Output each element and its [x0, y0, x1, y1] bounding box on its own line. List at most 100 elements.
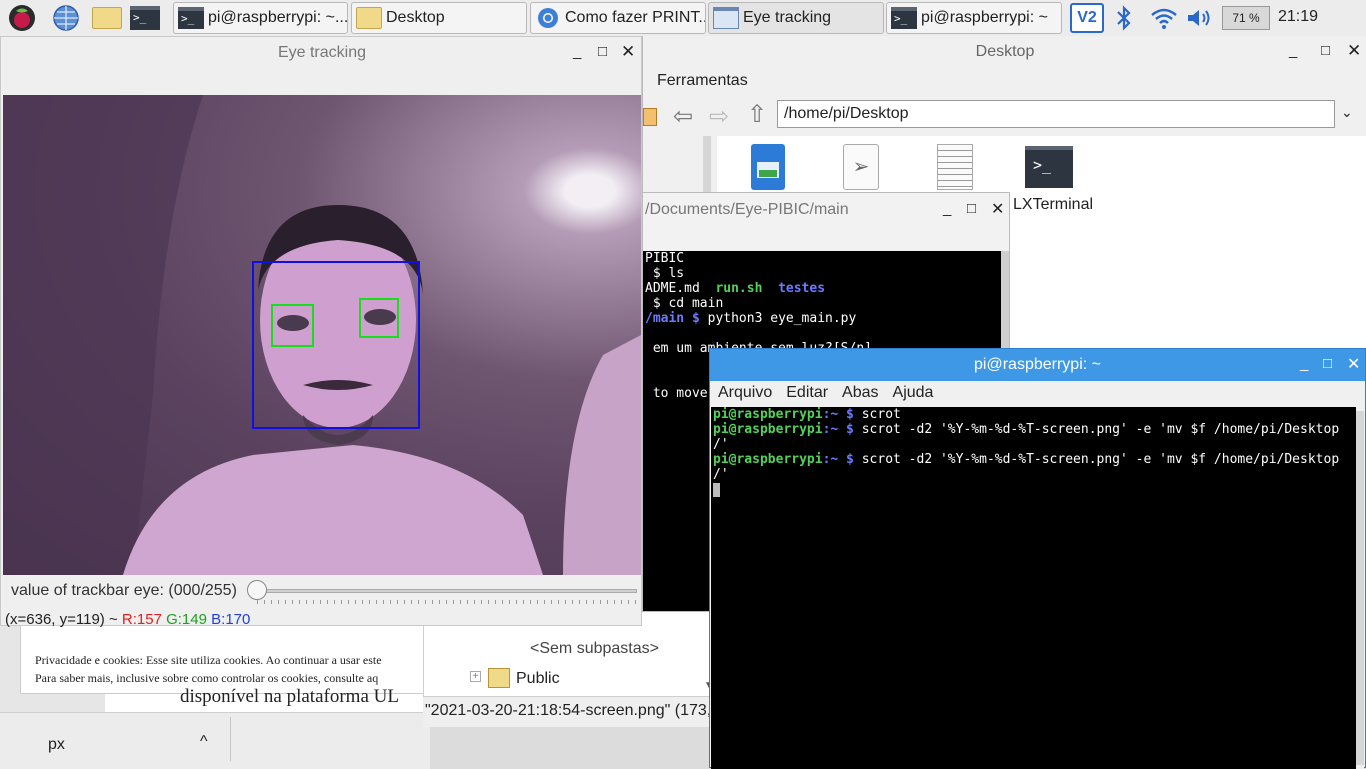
pixel-b: B:170 [211, 611, 251, 627]
send-file-icon[interactable]: ➢ [843, 144, 879, 190]
terminal-menu: Arquivo Editar Abas Ajuda [718, 384, 933, 402]
taskbar: >_ >_ pi@raspberrypi: ~... Desktop Como … [0, 0, 1366, 37]
prompt-line: pi@raspberrypi:~ $ scrot [713, 407, 901, 422]
window-titlebar[interactable]: Desktop [643, 36, 1366, 68]
raspberry-menu-icon[interactable] [8, 4, 36, 32]
minimize-button[interactable]: _ [573, 43, 581, 60]
line: ADME.md run.sh testes [645, 281, 826, 296]
close-button[interactable]: ✕ [1347, 354, 1360, 374]
chevron-down-icon[interactable]: ⌄ [1341, 104, 1353, 121]
no-subfolders-label: <Sem subpastas> [530, 640, 659, 657]
web-browser-icon[interactable] [52, 4, 80, 32]
maximize-button[interactable]: □ [1323, 355, 1332, 372]
file-manager-icon[interactable] [92, 7, 122, 29]
line: $ ls [645, 266, 685, 281]
close-button[interactable]: ✕ [1347, 41, 1361, 61]
wrapped-line: /' [713, 467, 729, 482]
cursor [713, 483, 720, 497]
divider [230, 717, 231, 761]
expand-toggle[interactable]: + [470, 671, 481, 682]
image-file-icon[interactable] [751, 144, 785, 190]
cookie-text-line-2: Para saber mais, inclusive sobre como co… [35, 671, 379, 685]
prompt-line: pi@raspberrypi:~ $ scrot -d2 '%Y-%m-%d-%… [713, 422, 1340, 437]
lxterminal-label[interactable]: LXTerminal [1013, 196, 1093, 214]
terminal-launcher-icon[interactable]: >_ [130, 6, 160, 30]
task-terminal-2[interactable]: >_ pi@raspberrypi: ~ [886, 2, 1062, 34]
terminal-icon: >_ [178, 7, 204, 29]
window-title: pi@raspberrypi: ~ [974, 356, 1101, 373]
menu-arquivo[interactable]: Arquivo [718, 384, 772, 402]
sidebar-scrollbar[interactable] [703, 136, 711, 196]
task-label: Eye tracking [743, 9, 832, 26]
window-titlebar[interactable]: Eye tracking [1, 37, 643, 69]
trackbar-handle[interactable] [247, 580, 267, 600]
task-browser[interactable]: Como fazer PRINT... [530, 2, 706, 34]
menu-editar[interactable]: Editar [786, 384, 828, 402]
task-eye-tracking[interactable]: Eye tracking [708, 2, 884, 34]
trackbar-ticks [257, 600, 637, 604]
wrapped-line: /' [713, 437, 729, 452]
window-titlebar[interactable]: pi@raspberrypi: ~ [710, 349, 1365, 381]
lxterminal-icon[interactable]: >_ [1025, 146, 1073, 188]
pixel-coords: (x=636, y=119) ~ [5, 611, 118, 627]
volume-icon[interactable] [1186, 7, 1214, 32]
status-text: "2021-03-20-21:18:54-screen.png" (173,8 [425, 702, 719, 719]
task-label: Desktop [386, 9, 445, 26]
task-label: pi@raspberrypi: ~ [921, 9, 1048, 26]
menu-ferramentas[interactable]: Ferramentas [657, 72, 748, 90]
vnc-icon[interactable]: V2 [1070, 3, 1104, 33]
maximize-button[interactable]: □ [967, 200, 976, 217]
up-arrow-icon[interactable]: ⇧ [747, 100, 767, 129]
trackbar-eye[interactable] [247, 580, 641, 606]
path-input[interactable]: /home/pi/Desktop [777, 100, 1335, 128]
terminal-icon: >_ [891, 7, 917, 29]
forward-arrow-icon[interactable]: ⇨ [709, 102, 729, 131]
minimize-button[interactable]: _ [1289, 42, 1297, 59]
pixel-g: G:149 [166, 611, 207, 627]
window-title: Desktop [975, 43, 1035, 60]
wifi-icon[interactable] [1150, 6, 1178, 33]
scrollbar[interactable] [1001, 251, 1009, 351]
terminal-output[interactable]: pi@raspberrypi:~ $ scrot pi@raspberrypi:… [711, 407, 1356, 769]
folder-icon [356, 7, 382, 29]
public-folder-label[interactable]: Public [516, 670, 560, 688]
task-desktop[interactable]: Desktop [351, 2, 527, 34]
pixel-info: (x=636, y=119) ~ R:157 G:149 B:170 [5, 611, 250, 627]
menu-ajuda[interactable]: Ajuda [893, 384, 934, 402]
task-label: Como fazer PRINT... [565, 9, 706, 26]
chromium-icon [535, 7, 561, 29]
eye-tracking-window: Eye tracking _ □ ✕ value of trackbar eye… [0, 36, 643, 627]
pixel-r: R:157 [121, 611, 162, 627]
scrollbar[interactable] [1356, 407, 1364, 769]
chevron-up-icon[interactable]: ^ [200, 733, 208, 751]
line: $ cd main [645, 296, 724, 311]
bluetooth-icon[interactable] [1114, 5, 1134, 34]
public-folder-icon [488, 668, 510, 688]
maximize-button[interactable]: □ [1321, 42, 1330, 59]
back-arrow-icon[interactable]: ⇦ [673, 102, 693, 131]
right-eye-box [359, 298, 399, 338]
minimize-button[interactable]: _ [943, 200, 951, 217]
browser-window-background: Privacidade e cookies: Esse site utiliza… [0, 612, 430, 769]
close-button[interactable]: ✕ [621, 42, 635, 62]
trackbar-label: value of trackbar eye: (000/255) [11, 582, 237, 599]
line: /main $ python3 eye_main.py [645, 311, 857, 326]
window-title: Eye tracking [277, 44, 367, 61]
maximize-button[interactable]: □ [598, 43, 607, 60]
trackbar-groove [253, 589, 637, 593]
path-value: /home/pi/Desktop [784, 105, 909, 122]
status-bar: "2021-03-20-21:18:54-screen.png" (173,8 [423, 696, 719, 727]
camera-frame [3, 95, 641, 575]
battery-indicator[interactable]: 71 % [1222, 6, 1270, 30]
home-icon[interactable] [643, 108, 657, 126]
foreground-terminal-window: pi@raspberrypi: ~ _ □ ✕ Arquivo Editar A… [709, 348, 1366, 769]
task-terminal-1[interactable]: >_ pi@raspberrypi: ~... [173, 2, 348, 34]
minimize-button[interactable]: _ [1300, 355, 1308, 372]
clock[interactable]: 21:19 [1278, 8, 1318, 26]
line [645, 326, 1001, 341]
task-label: pi@raspberrypi: ~... [208, 9, 348, 26]
zoom-unit: px [48, 736, 65, 753]
text-file-icon[interactable] [937, 144, 973, 190]
menu-abas[interactable]: Abas [842, 384, 878, 402]
close-button[interactable]: ✕ [991, 199, 1004, 219]
